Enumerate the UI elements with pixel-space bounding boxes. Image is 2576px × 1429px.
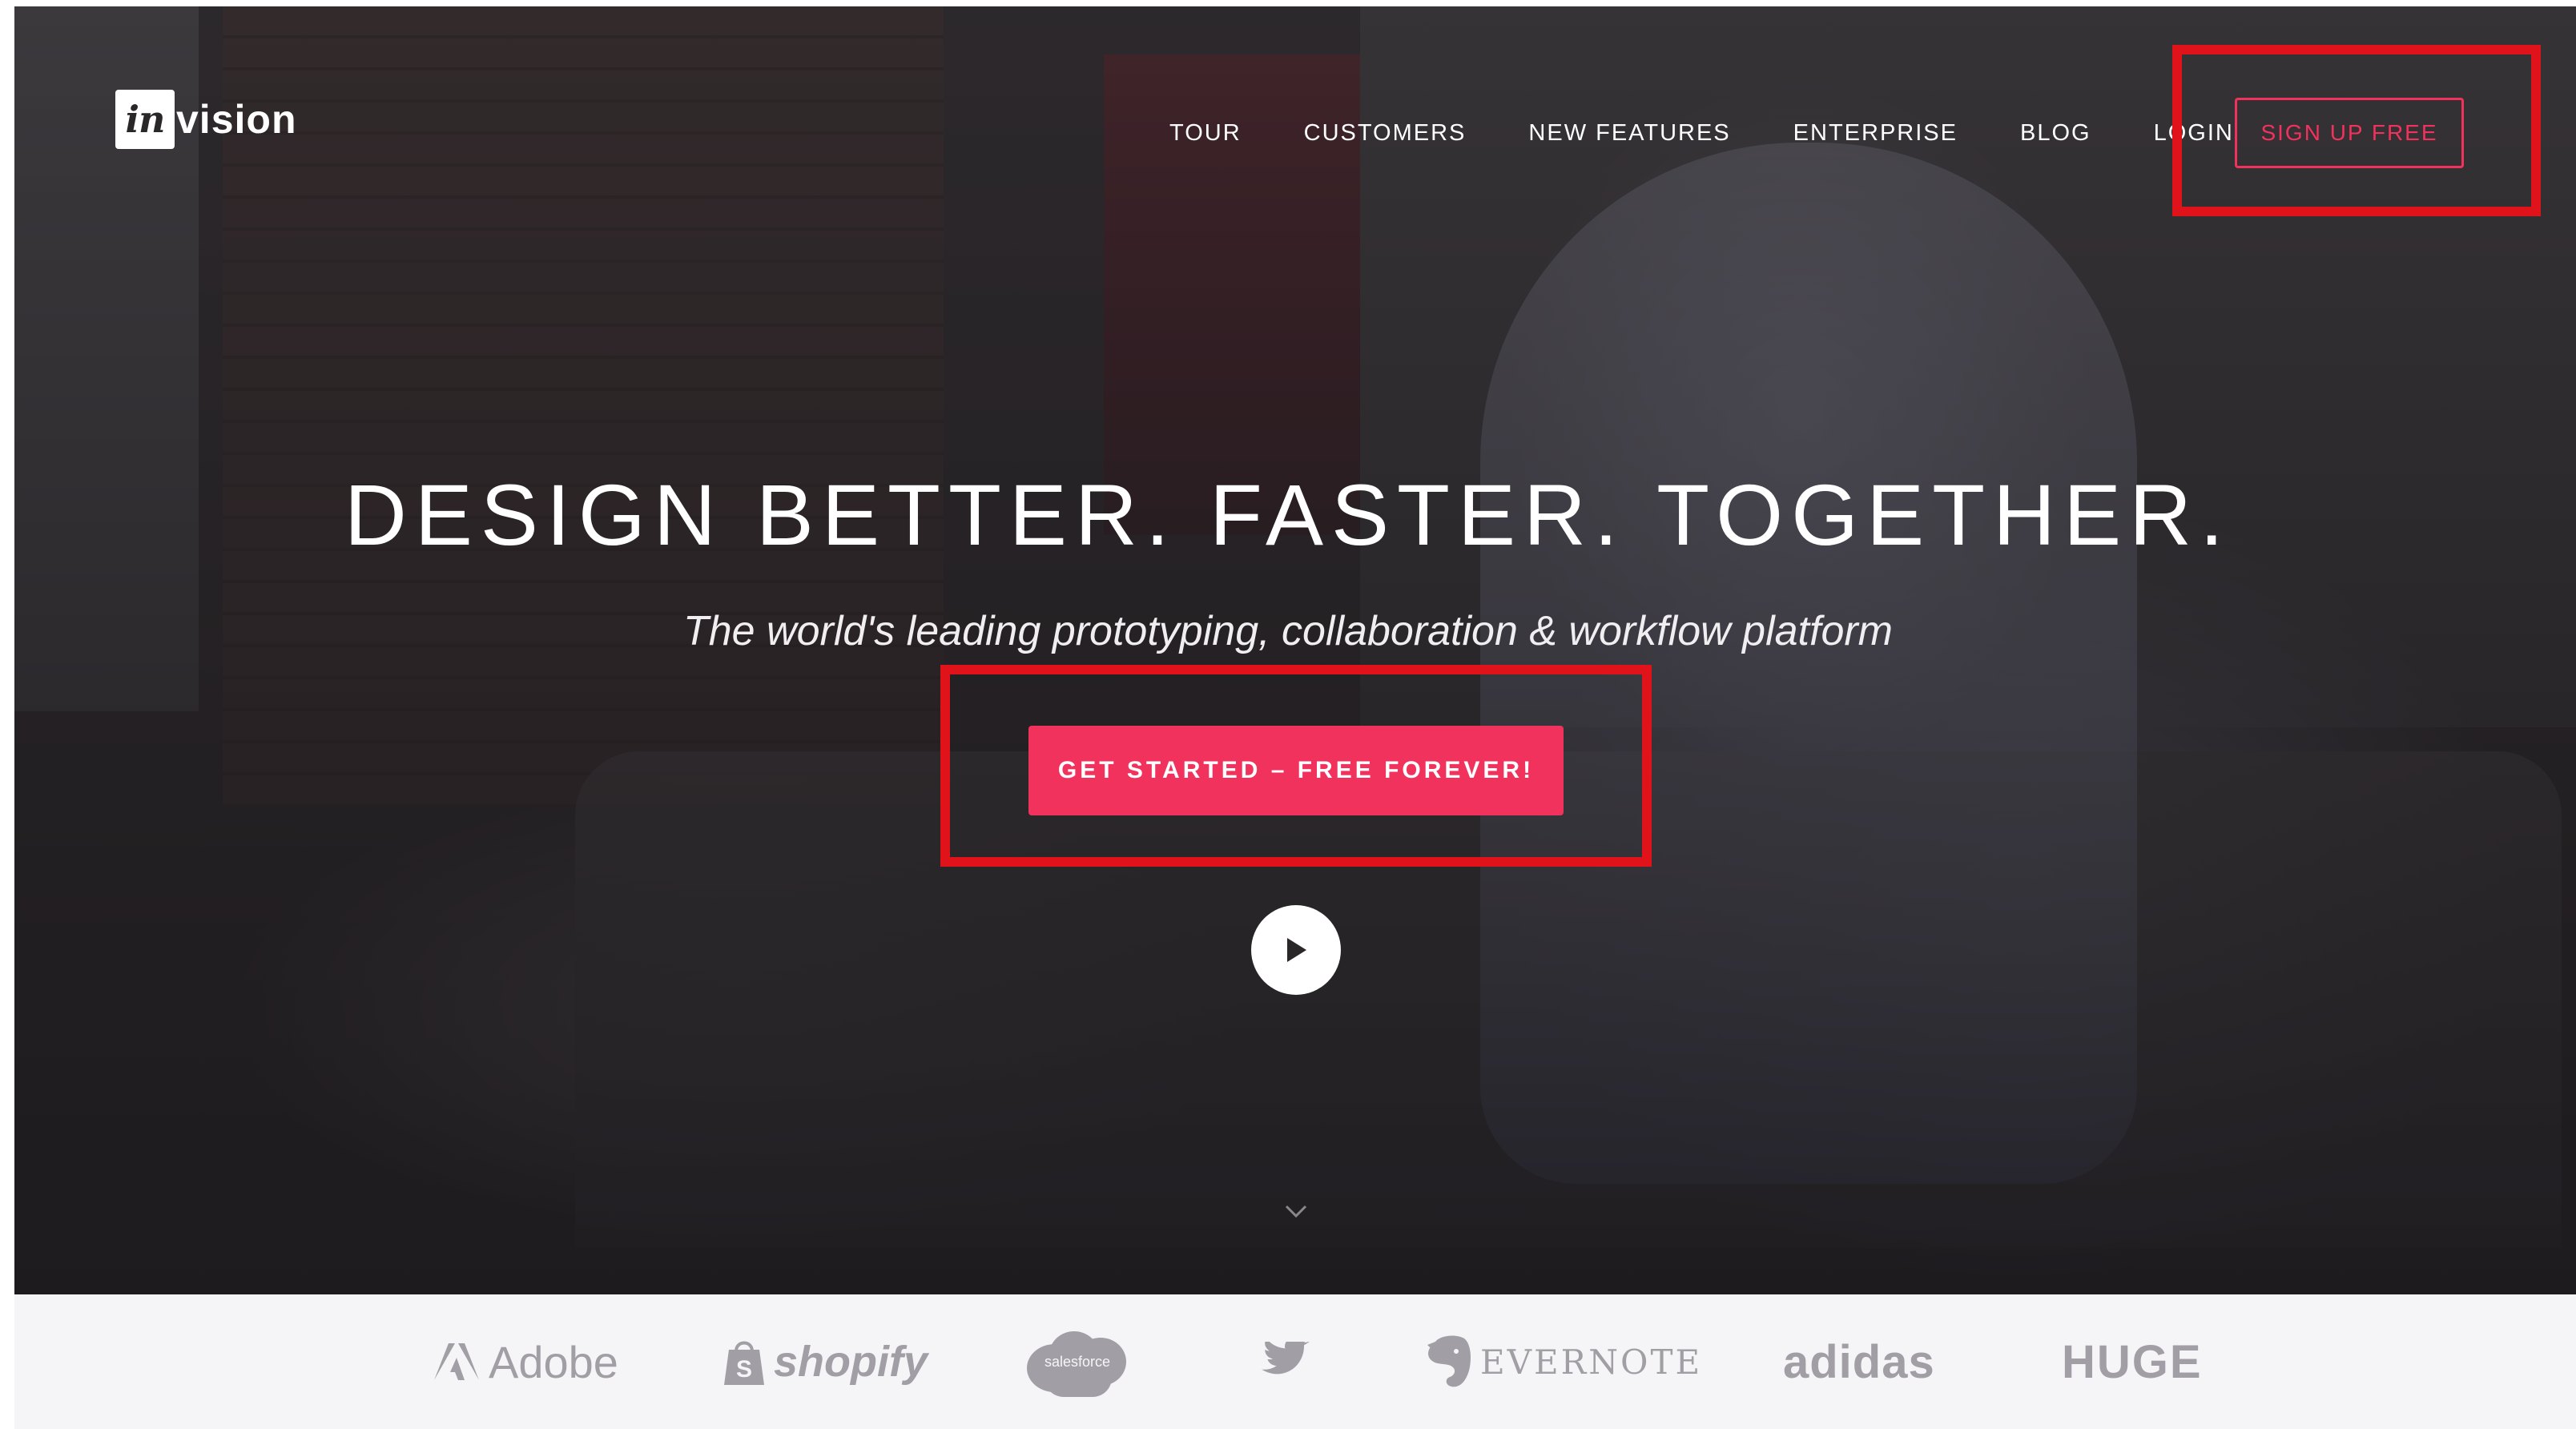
invision-logo[interactable]: in vision <box>115 88 296 151</box>
svg-text:S: S <box>736 1356 752 1383</box>
client-logo-adidas: adidas <box>1783 1294 1935 1429</box>
nav-item-login[interactable]: LOGIN <box>2154 120 2234 147</box>
main-nav: TOUR CUSTOMERS NEW FEATURES ENTERPRISE B… <box>1169 109 2234 157</box>
huge-label: HUGE <box>2062 1335 2203 1388</box>
nav-item-customers[interactable]: CUSTOMERS <box>1304 120 1467 147</box>
logo-mark: in <box>115 90 175 149</box>
evernote-label: EVERNOTE <box>1480 1342 1703 1382</box>
adidas-label: adidas <box>1783 1335 1935 1388</box>
client-logo-bar: Adobe S shopify salesforce EVERNOTE adid… <box>14 1294 2576 1429</box>
evernote-elephant-icon <box>1427 1335 1471 1387</box>
adobe-label: Adobe <box>489 1336 618 1387</box>
salesforce-cloud-icon: salesforce <box>1027 1326 1128 1397</box>
adobe-icon <box>434 1343 479 1380</box>
salesforce-label: salesforce <box>1044 1354 1111 1370</box>
scroll-down-chevron[interactable] <box>1282 1197 1310 1226</box>
nav-item-blog[interactable]: BLOG <box>2020 120 2091 147</box>
hero-subheadline: The world's leading prototyping, collabo… <box>682 608 1893 654</box>
play-icon <box>1287 938 1306 962</box>
twitter-bird-icon <box>1262 1342 1310 1375</box>
client-logo-salesforce: salesforce <box>1027 1294 1128 1429</box>
sign-up-free-button[interactable]: SIGN UP FREE <box>2235 98 2464 168</box>
get-started-button[interactable]: GET STARTED – FREE FOREVER! <box>1028 726 1564 815</box>
shopify-bag-icon: S <box>724 1341 764 1385</box>
client-logo-huge: HUGE <box>2062 1294 2203 1429</box>
landing-page: in vision TOUR CUSTOMERS NEW FEATURES EN… <box>0 0 2576 1429</box>
client-logo-evernote: EVERNOTE <box>1424 1294 1702 1429</box>
hero-headline: DESIGN BETTER. FASTER. TOGETHER. <box>344 466 2232 563</box>
client-logo-shopify: S shopify <box>722 1294 928 1429</box>
nav-item-new-features[interactable]: NEW FEATURES <box>1528 120 1730 147</box>
nav-item-tour[interactable]: TOUR <box>1169 120 1242 147</box>
client-logo-adobe: Adobe <box>434 1294 618 1429</box>
nav-item-enterprise[interactable]: ENTERPRISE <box>1793 120 1958 147</box>
shopify-label: shopify <box>774 1338 928 1386</box>
logo-text: vision <box>176 97 297 142</box>
play-video-button[interactable] <box>1251 905 1341 995</box>
chevron-down-icon <box>1285 1205 1307 1218</box>
client-logo-twitter <box>1261 1294 1310 1429</box>
